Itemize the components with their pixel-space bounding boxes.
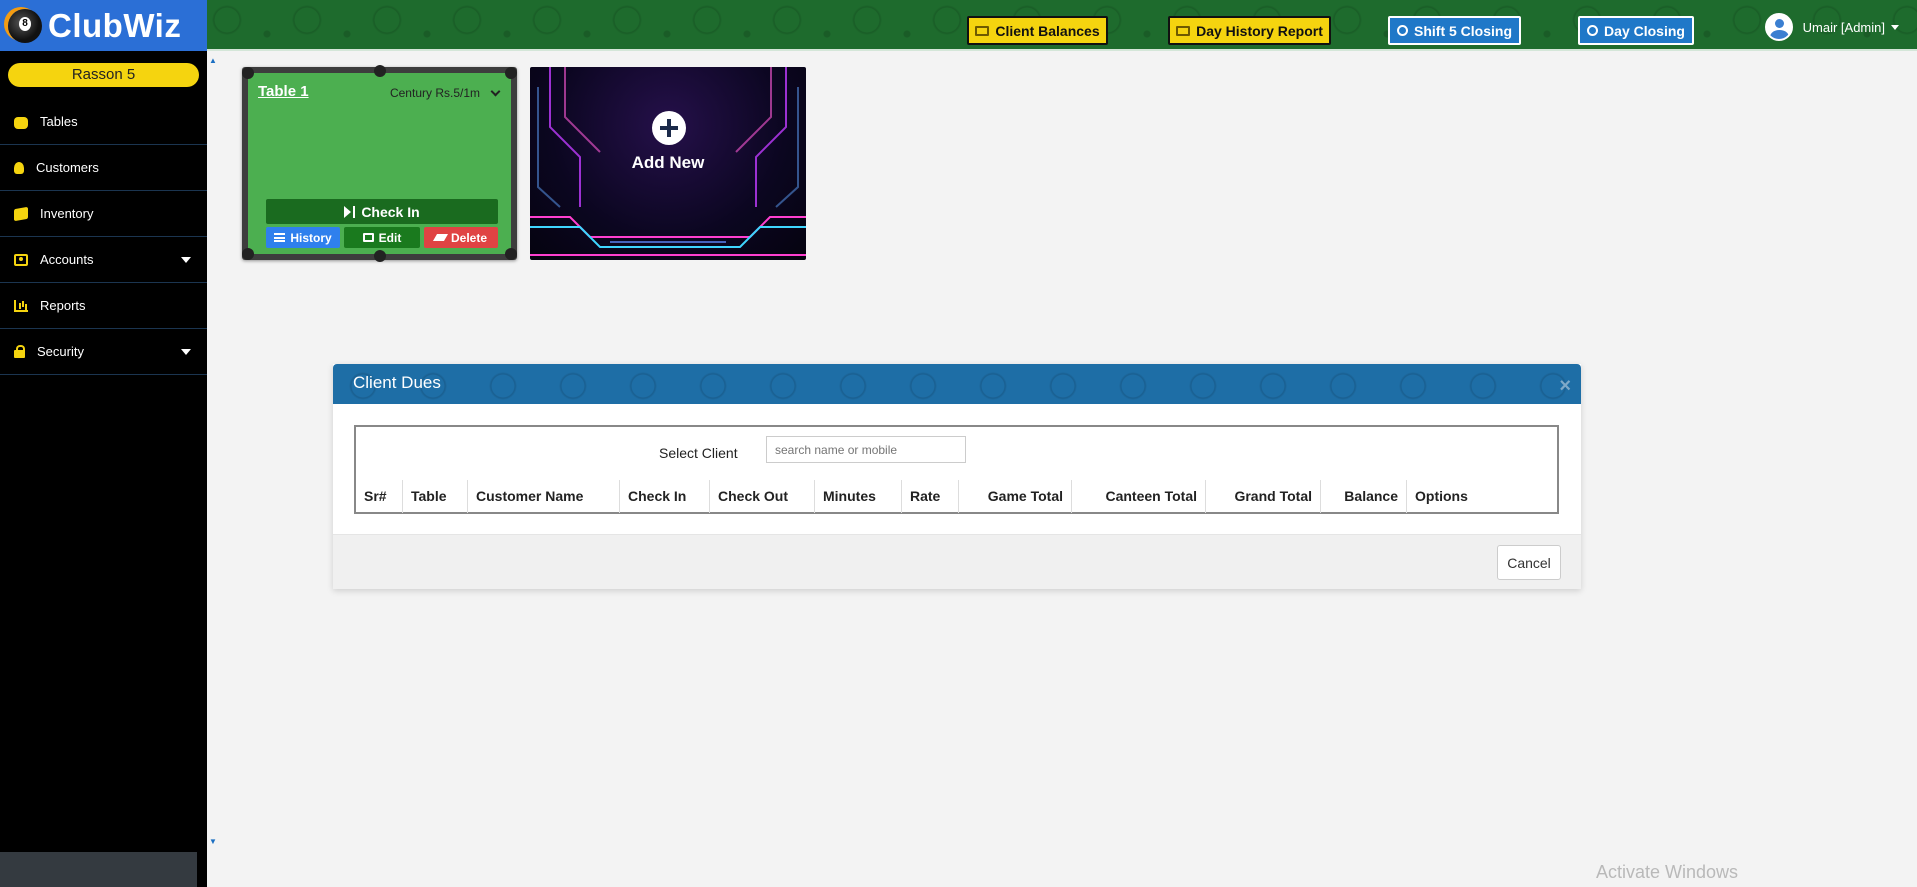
scrollbar[interactable]: ▲ ▼ — [197, 51, 217, 851]
column-header[interactable]: Minutes — [815, 480, 902, 513]
scroll-down-icon[interactable]: ▼ — [209, 837, 217, 846]
sidebar-item-label: Inventory — [40, 206, 94, 221]
caret-down-icon — [181, 257, 191, 263]
money-icon — [975, 25, 990, 36]
sidebar-item-label: Accounts — [40, 252, 94, 267]
column-header[interactable]: Rate — [902, 480, 959, 513]
select-client-label: Select Client — [659, 445, 738, 461]
column-header[interactable]: Grand Total — [1206, 480, 1321, 513]
chart-icon — [14, 299, 28, 312]
sidebar-item-label: Customers — [36, 160, 99, 175]
user-name: Umair [Admin] — [1802, 19, 1885, 35]
column-header[interactable]: Canteen Total — [1072, 480, 1206, 513]
check-in-button[interactable]: Check In — [266, 199, 498, 224]
lock-icon — [14, 344, 25, 358]
activate-windows-watermark: Activate Windows — [1596, 862, 1739, 882]
gamepad-icon — [14, 116, 28, 129]
sidebar-item-customers[interactable]: Customers — [0, 145, 207, 191]
billiard-ball-icon — [8, 8, 42, 43]
table-felt: Table 1 Century Rs.5/1m Check In History… — [242, 65, 517, 262]
cancel-button[interactable]: Cancel — [1497, 545, 1561, 580]
column-header[interactable]: Balance — [1321, 480, 1407, 513]
shift-closing-button[interactable]: Shift 5 Closing — [1388, 16, 1521, 45]
history-label: History — [290, 230, 332, 245]
chevron-down-icon — [490, 86, 501, 96]
modal-footer: Cancel — [333, 534, 1581, 589]
column-header[interactable]: Options — [1407, 480, 1557, 513]
sidebar: ClubWiz Rasson 5 Tables Customers Invent… — [0, 0, 207, 887]
close-icon[interactable]: × — [1559, 376, 1571, 396]
sidebar-item-label: Security — [37, 344, 84, 359]
sidebar-item-security[interactable]: Security — [0, 329, 207, 375]
column-header[interactable]: Table — [403, 480, 468, 513]
pocket-icon — [505, 248, 517, 260]
column-header[interactable]: Check In — [620, 480, 710, 513]
add-new-label: Add New — [631, 153, 705, 172]
caret-down-icon — [181, 349, 191, 355]
client-balances-button[interactable]: Client Balances — [967, 16, 1108, 45]
list-icon — [274, 233, 286, 242]
step-icon — [353, 205, 356, 218]
day-history-report-label: Day History Report — [1196, 22, 1323, 39]
money-icon — [1176, 25, 1191, 36]
sidebar-footer — [0, 852, 197, 887]
users-icon — [14, 161, 24, 174]
column-header[interactable]: Sr# — [356, 480, 403, 513]
day-history-report-button[interactable]: Day History Report — [1168, 16, 1331, 45]
pocket-icon — [242, 67, 254, 79]
table-card: Table 1 Century Rs.5/1m Check In History… — [242, 65, 517, 262]
avatar — [1764, 13, 1793, 41]
rate-select[interactable]: Century Rs.5/1m — [389, 86, 501, 100]
sidebar-item-accounts[interactable]: Accounts — [0, 237, 207, 283]
day-closing-label: Day Closing — [1604, 22, 1685, 39]
pocket-icon — [505, 67, 517, 79]
sidebar-item-label: Tables — [40, 114, 78, 129]
pocket-icon — [374, 250, 386, 262]
edit-button[interactable]: Edit — [344, 227, 420, 248]
delete-button[interactable]: Delete — [424, 227, 498, 248]
eraser-icon — [432, 234, 449, 241]
client-search-input[interactable] — [766, 436, 966, 463]
plus-icon — [652, 111, 686, 145]
play-icon — [344, 205, 352, 218]
user-menu[interactable]: Umair [Admin] — [1764, 13, 1899, 41]
caret-down-icon — [1891, 24, 1899, 30]
top-bar: Client Balances Day History Report Shift… — [207, 0, 1917, 51]
column-header[interactable]: Check Out — [710, 480, 815, 513]
sidebar-item-inventory[interactable]: Inventory — [0, 191, 207, 237]
modal-header-pattern — [333, 364, 1581, 404]
sidebar-item-reports[interactable]: Reports — [0, 283, 207, 329]
client-dues-panel: Select Client Sr# Table Customer Name Ch… — [354, 425, 1559, 514]
brand-logo[interactable]: ClubWiz — [0, 0, 207, 51]
add-new-table-card[interactable]: Add New — [530, 67, 806, 260]
money-icon — [14, 253, 28, 266]
sidebar-item-tables[interactable]: Tables — [0, 99, 207, 145]
modal-title: Client Dues — [353, 373, 441, 392]
edit-label: Edit — [378, 230, 402, 245]
column-header[interactable]: Game Total — [959, 480, 1072, 513]
pocket-icon — [374, 65, 386, 77]
column-header[interactable]: Customer Name — [468, 480, 620, 513]
client-balances-label: Client Balances — [995, 22, 1100, 39]
box-icon — [14, 206, 28, 221]
sidebar-item-label: Reports — [40, 298, 86, 313]
brand-name: ClubWiz — [48, 6, 182, 44]
clock-icon — [1587, 25, 1599, 36]
table-name-link[interactable]: Table 1 — [258, 83, 309, 100]
delete-label: Delete — [450, 230, 488, 245]
history-button[interactable]: History — [266, 227, 340, 248]
client-dues-modal: Client Dues × Select Client Sr# Table Cu… — [333, 364, 1581, 589]
shift-closing-label: Shift 5 Closing — [1414, 22, 1512, 39]
club-badge[interactable]: Rasson 5 — [8, 63, 199, 87]
rate-select-value: Century Rs.5/1m — [389, 86, 480, 100]
clock-icon — [1397, 25, 1408, 36]
check-in-label: Check In — [361, 203, 420, 220]
modal-header: Client Dues × — [333, 364, 1581, 404]
table-header: Sr# Table Customer Name Check In Check O… — [356, 480, 1557, 513]
pocket-icon — [242, 248, 254, 260]
edit-icon — [362, 233, 374, 242]
scroll-up-icon[interactable]: ▲ — [209, 56, 217, 65]
day-closing-button[interactable]: Day Closing — [1578, 16, 1694, 45]
